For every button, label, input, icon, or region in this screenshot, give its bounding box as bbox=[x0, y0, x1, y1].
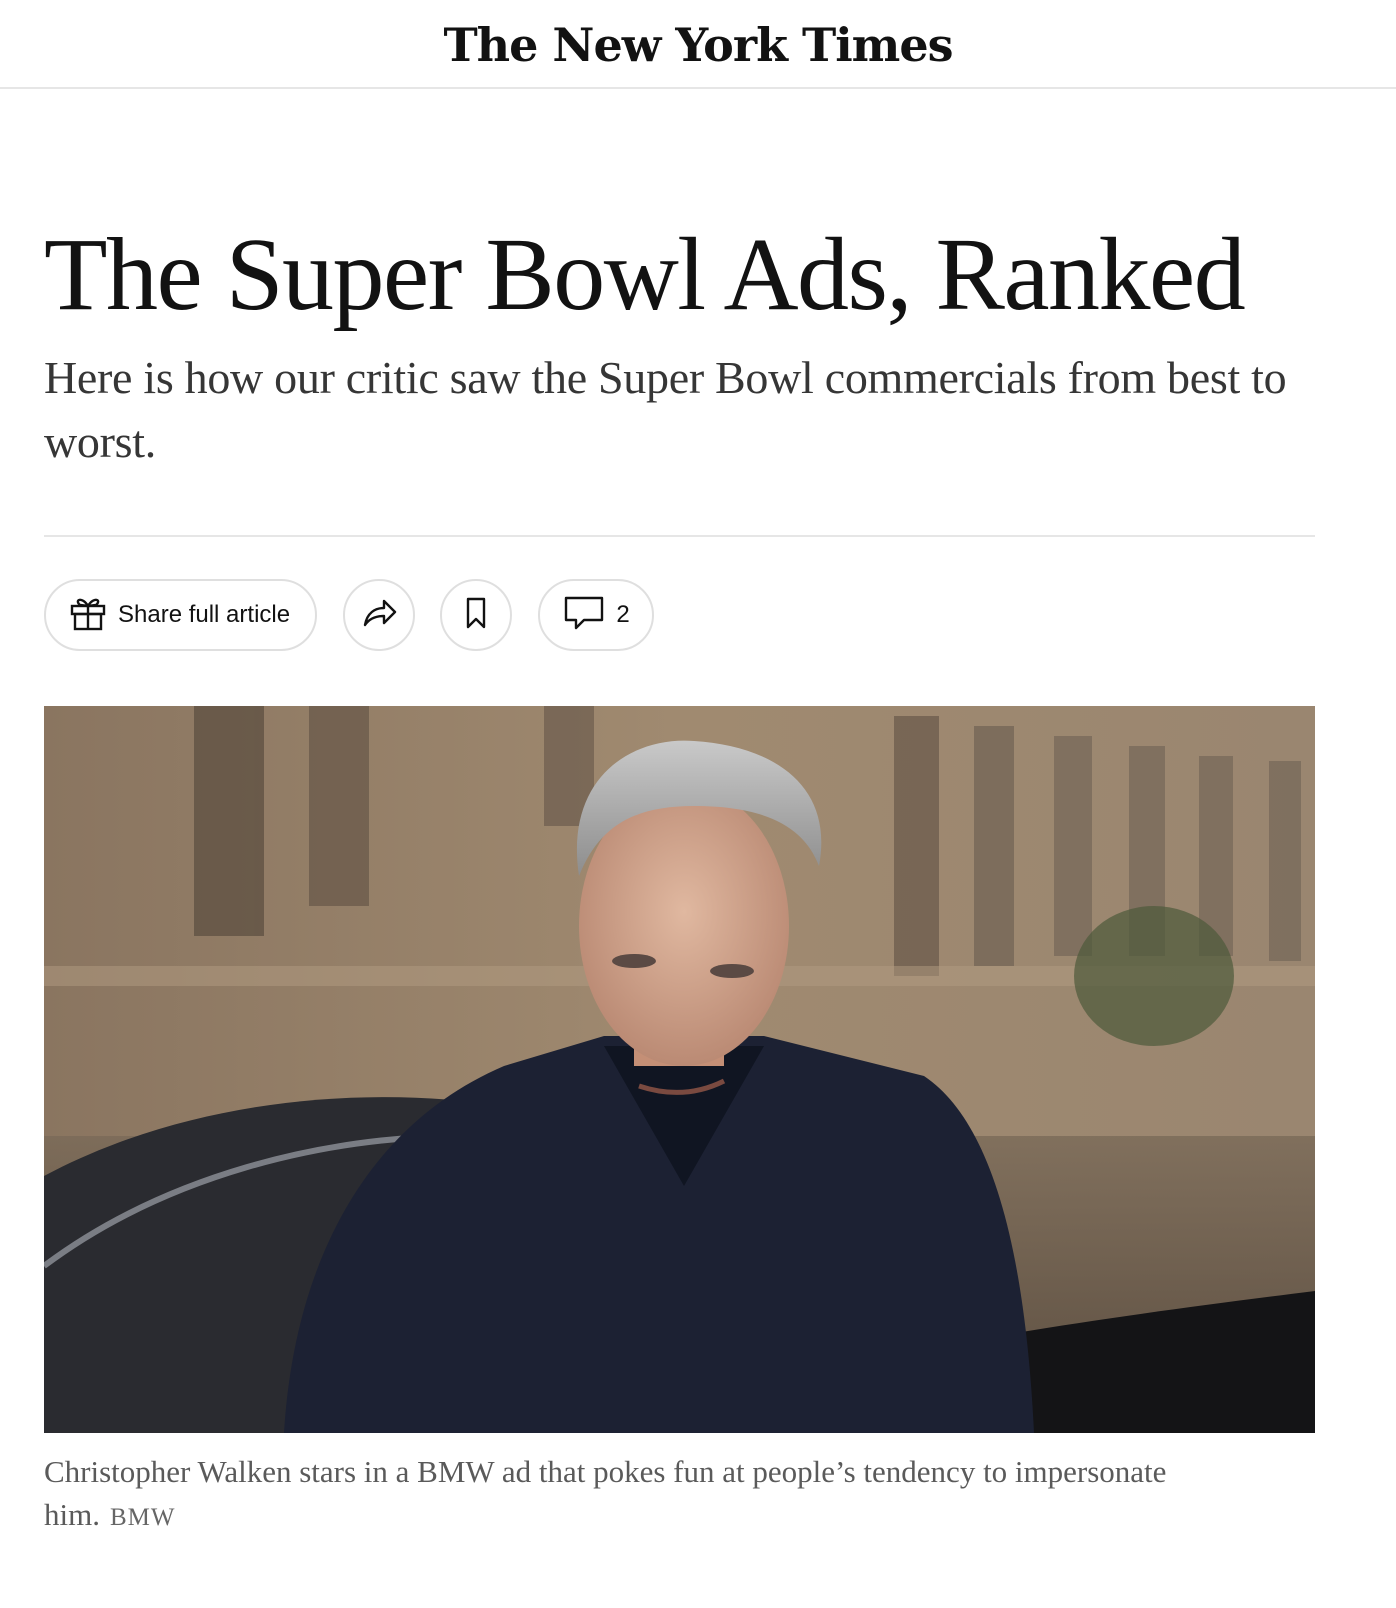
masthead: The New York Times bbox=[0, 0, 1396, 89]
share-arrow-icon bbox=[359, 593, 399, 638]
article-summary: Here is how our critic saw the Super Bow… bbox=[44, 352, 1287, 467]
comments-button[interactable]: 2 bbox=[538, 579, 654, 651]
caption-text: Christopher Walken stars in a BMW ad tha… bbox=[44, 1454, 1167, 1532]
share-full-article-button[interactable]: Share full article bbox=[44, 579, 317, 651]
gift-icon bbox=[68, 592, 108, 639]
image-caption: Christopher Walken stars in a BMW ad tha… bbox=[44, 1450, 1224, 1539]
divider bbox=[44, 535, 1315, 537]
lead-image-illustration bbox=[44, 706, 1315, 1433]
comment-bubble-icon bbox=[562, 592, 606, 639]
lead-image[interactable] bbox=[44, 706, 1315, 1433]
comment-count: 2 bbox=[616, 601, 630, 628]
nyt-logo[interactable]: The New York Times bbox=[0, 12, 1396, 78]
bookmark-icon bbox=[456, 593, 496, 638]
share-full-article-label: Share full article bbox=[118, 601, 291, 628]
article-headline: The Super Bowl Ads, Ranked bbox=[44, 217, 1246, 332]
image-credit: BMW bbox=[109, 1504, 176, 1531]
save-button[interactable] bbox=[440, 579, 512, 651]
share-button[interactable] bbox=[343, 579, 415, 651]
